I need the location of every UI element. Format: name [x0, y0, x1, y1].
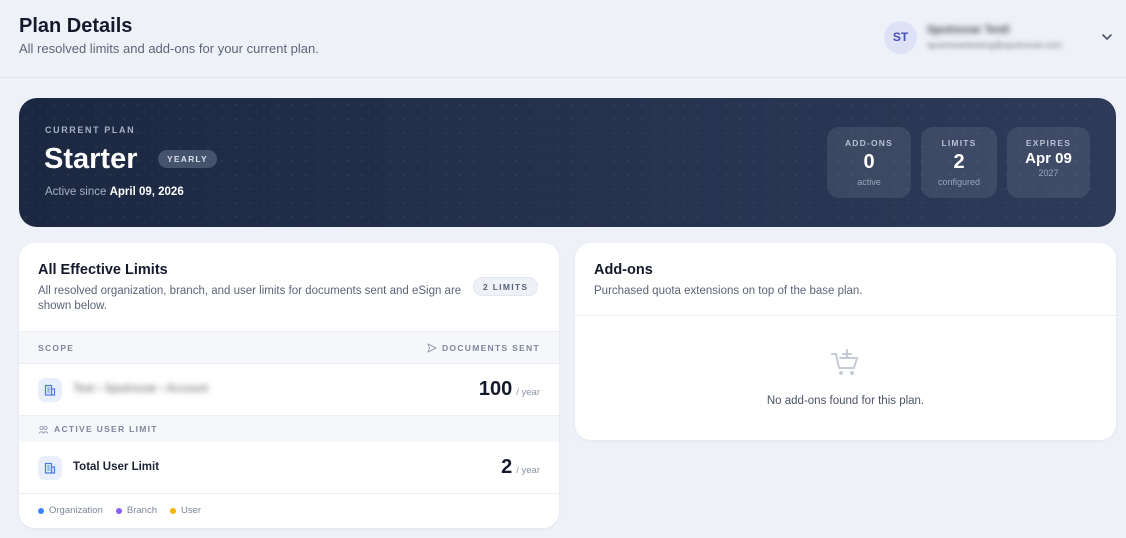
legend-dot [115, 507, 122, 514]
limits-stat-label: LIMITS [941, 138, 977, 148]
section-label-text: ACTIVE USER LIMIT [54, 424, 158, 434]
legend-organization: Organization [38, 505, 103, 516]
plan-kicker: CURRENT PLAN [45, 125, 136, 135]
table-row: Test › Sputnovar › Account 100 / year [19, 364, 559, 416]
avatar[interactable]: ST [884, 20, 917, 54]
scope-legend: Organization Branch User [38, 505, 214, 516]
active-since-label: Active since [45, 186, 107, 198]
limit-value: 100 / year [479, 378, 540, 401]
column-scope: SCOPE [38, 343, 75, 353]
expires-stat-value: Apr 09 [1025, 150, 1072, 167]
user-menu[interactable]: ST Sputnovar Testl sputnovartestorg@sput… [884, 20, 1116, 54]
building-icon [38, 456, 62, 480]
legend-label: Organization [49, 505, 103, 516]
limit-value-number: 100 [478, 378, 513, 400]
limits-count-badge: 2 LIMITS [473, 277, 539, 296]
building-icon [38, 378, 62, 402]
send-icon [427, 343, 437, 353]
table-row: Total User Limit 2 / year [19, 442, 559, 494]
page-subtitle: All resolved limits and add-ons for your… [19, 41, 319, 56]
limits-table-header: SCOPE DOCUMENTS SENT [19, 331, 559, 364]
legend-dot [169, 507, 176, 514]
plan-name: Starter [44, 143, 138, 175]
addons-stat-sub: active [857, 177, 881, 187]
legend-label: Branch [126, 505, 157, 516]
addons-stat-value: 0 [863, 151, 875, 173]
current-plan-banner: CURRENT PLAN Starter YEARLY Active since… [19, 98, 1116, 227]
expires-stat-label: EXPIRES [1025, 138, 1072, 148]
column-documents-sent-label: DOCUMENTS SENT [441, 343, 540, 353]
user-name: Sputnovar Testl [927, 24, 1010, 36]
legend-label: User [180, 505, 202, 516]
section-label: ACTIVE USER LIMIT [38, 424, 158, 434]
divider [575, 315, 1116, 316]
cart-plus-icon [831, 349, 858, 375]
legend-dot [38, 507, 44, 514]
addons-stat-label: ADD-ONS [844, 138, 894, 148]
billing-cycle-badge: YEARLY [158, 150, 217, 168]
user-limit-unit: / year [516, 465, 540, 476]
active-since-date: April 09, 2026 [109, 186, 184, 198]
total-user-limit-label: Total User Limit [73, 461, 160, 473]
active-since: Active since April 09, 2026 [45, 186, 184, 198]
empty-state-text: No add-ons found for this plan. [766, 395, 925, 407]
scope-label: Test › Sputnovar › Account [73, 383, 208, 395]
user-limit-value: 2 / year [501, 456, 540, 479]
effective-limits-card: All Effective Limits All resolved organi… [19, 243, 559, 528]
page-header: Plan Details All resolved limits and add… [0, 0, 1126, 78]
user-info[interactable]: Sputnovar Testl sputnovartestorg@sputnov… [927, 24, 1087, 50]
users-icon [38, 425, 49, 434]
expires-stat: EXPIRES Apr 09 2027 [1007, 127, 1090, 198]
legend-user: User [169, 505, 202, 516]
limits-stat: LIMITS 2 configured [921, 127, 997, 198]
limit-value-unit: / year [516, 387, 540, 398]
addons-card-title: Add-ons [594, 262, 653, 278]
user-email: sputnovartestorg@sputnovar.com [927, 40, 1062, 50]
limits-stat-value: 2 [953, 151, 965, 173]
addons-stat: ADD-ONS 0 active [827, 127, 911, 198]
expires-stat-sub: 2027 [1038, 168, 1059, 178]
user-limit-number: 2 [501, 456, 513, 478]
legend-branch: Branch [115, 505, 157, 516]
addons-card-description: Purchased quota extensions on top of the… [594, 285, 863, 297]
limits-stat-sub: configured [937, 177, 981, 187]
active-user-limit-section: ACTIVE USER LIMIT [19, 416, 559, 442]
column-documents-sent: DOCUMENTS SENT [427, 343, 540, 353]
page-title: Plan Details [19, 15, 133, 37]
addons-card: Add-ons Purchased quota extensions on to… [575, 243, 1116, 440]
chevron-down-icon[interactable] [1101, 31, 1113, 43]
limits-card-description: All resolved organization, branch, and u… [38, 285, 462, 312]
limits-card-title: All Effective Limits [38, 262, 168, 278]
